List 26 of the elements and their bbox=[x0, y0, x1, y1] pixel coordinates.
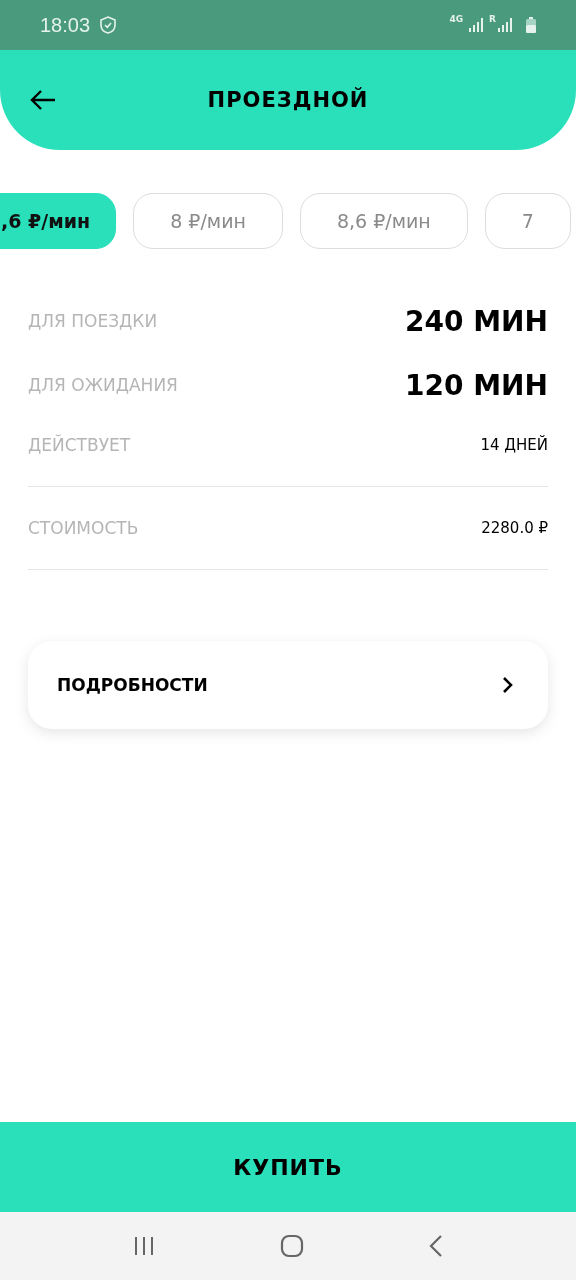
signal-icon bbox=[469, 18, 484, 32]
tariff-tab[interactable]: 8 ₽/мин bbox=[133, 193, 283, 249]
row-label: ДЛЯ ОЖИДАНИЯ bbox=[28, 375, 178, 395]
row-label: ДЕЙСТВУЕТ bbox=[28, 435, 131, 455]
details-label: ПОДРОБНОСТИ bbox=[57, 675, 208, 695]
battery-icon bbox=[526, 17, 536, 33]
row-value: 14 ДНЕЙ bbox=[480, 436, 548, 454]
back-arrow-icon[interactable] bbox=[30, 89, 56, 111]
back-icon[interactable] bbox=[429, 1235, 444, 1257]
roaming-indicator: R bbox=[489, 14, 496, 24]
row-label: СТОИМОСТЬ bbox=[28, 518, 139, 538]
shield-icon bbox=[100, 16, 117, 34]
screen-title: ПРОЕЗДНОЙ bbox=[207, 88, 369, 112]
chevron-right-icon bbox=[502, 676, 514, 694]
recent-apps-icon[interactable] bbox=[132, 1236, 155, 1256]
details-card[interactable]: ПОДРОБНОСТИ bbox=[28, 641, 548, 729]
buy-button[interactable]: КУПИТЬ bbox=[0, 1122, 576, 1212]
signal-icon bbox=[498, 18, 512, 32]
tariff-tab[interactable]: ,6 ₽/мин bbox=[0, 193, 117, 249]
network-type: 4G bbox=[449, 14, 464, 24]
row-value: 2280.0 ₽ bbox=[481, 519, 548, 537]
home-icon[interactable] bbox=[280, 1234, 304, 1258]
row-label: ДЛЯ ПОЕЗДКИ bbox=[28, 311, 158, 331]
status-time: 18:03 bbox=[40, 13, 91, 37]
row-value: 240 МИН bbox=[405, 304, 548, 338]
row-value: 120 МИН bbox=[405, 368, 548, 402]
